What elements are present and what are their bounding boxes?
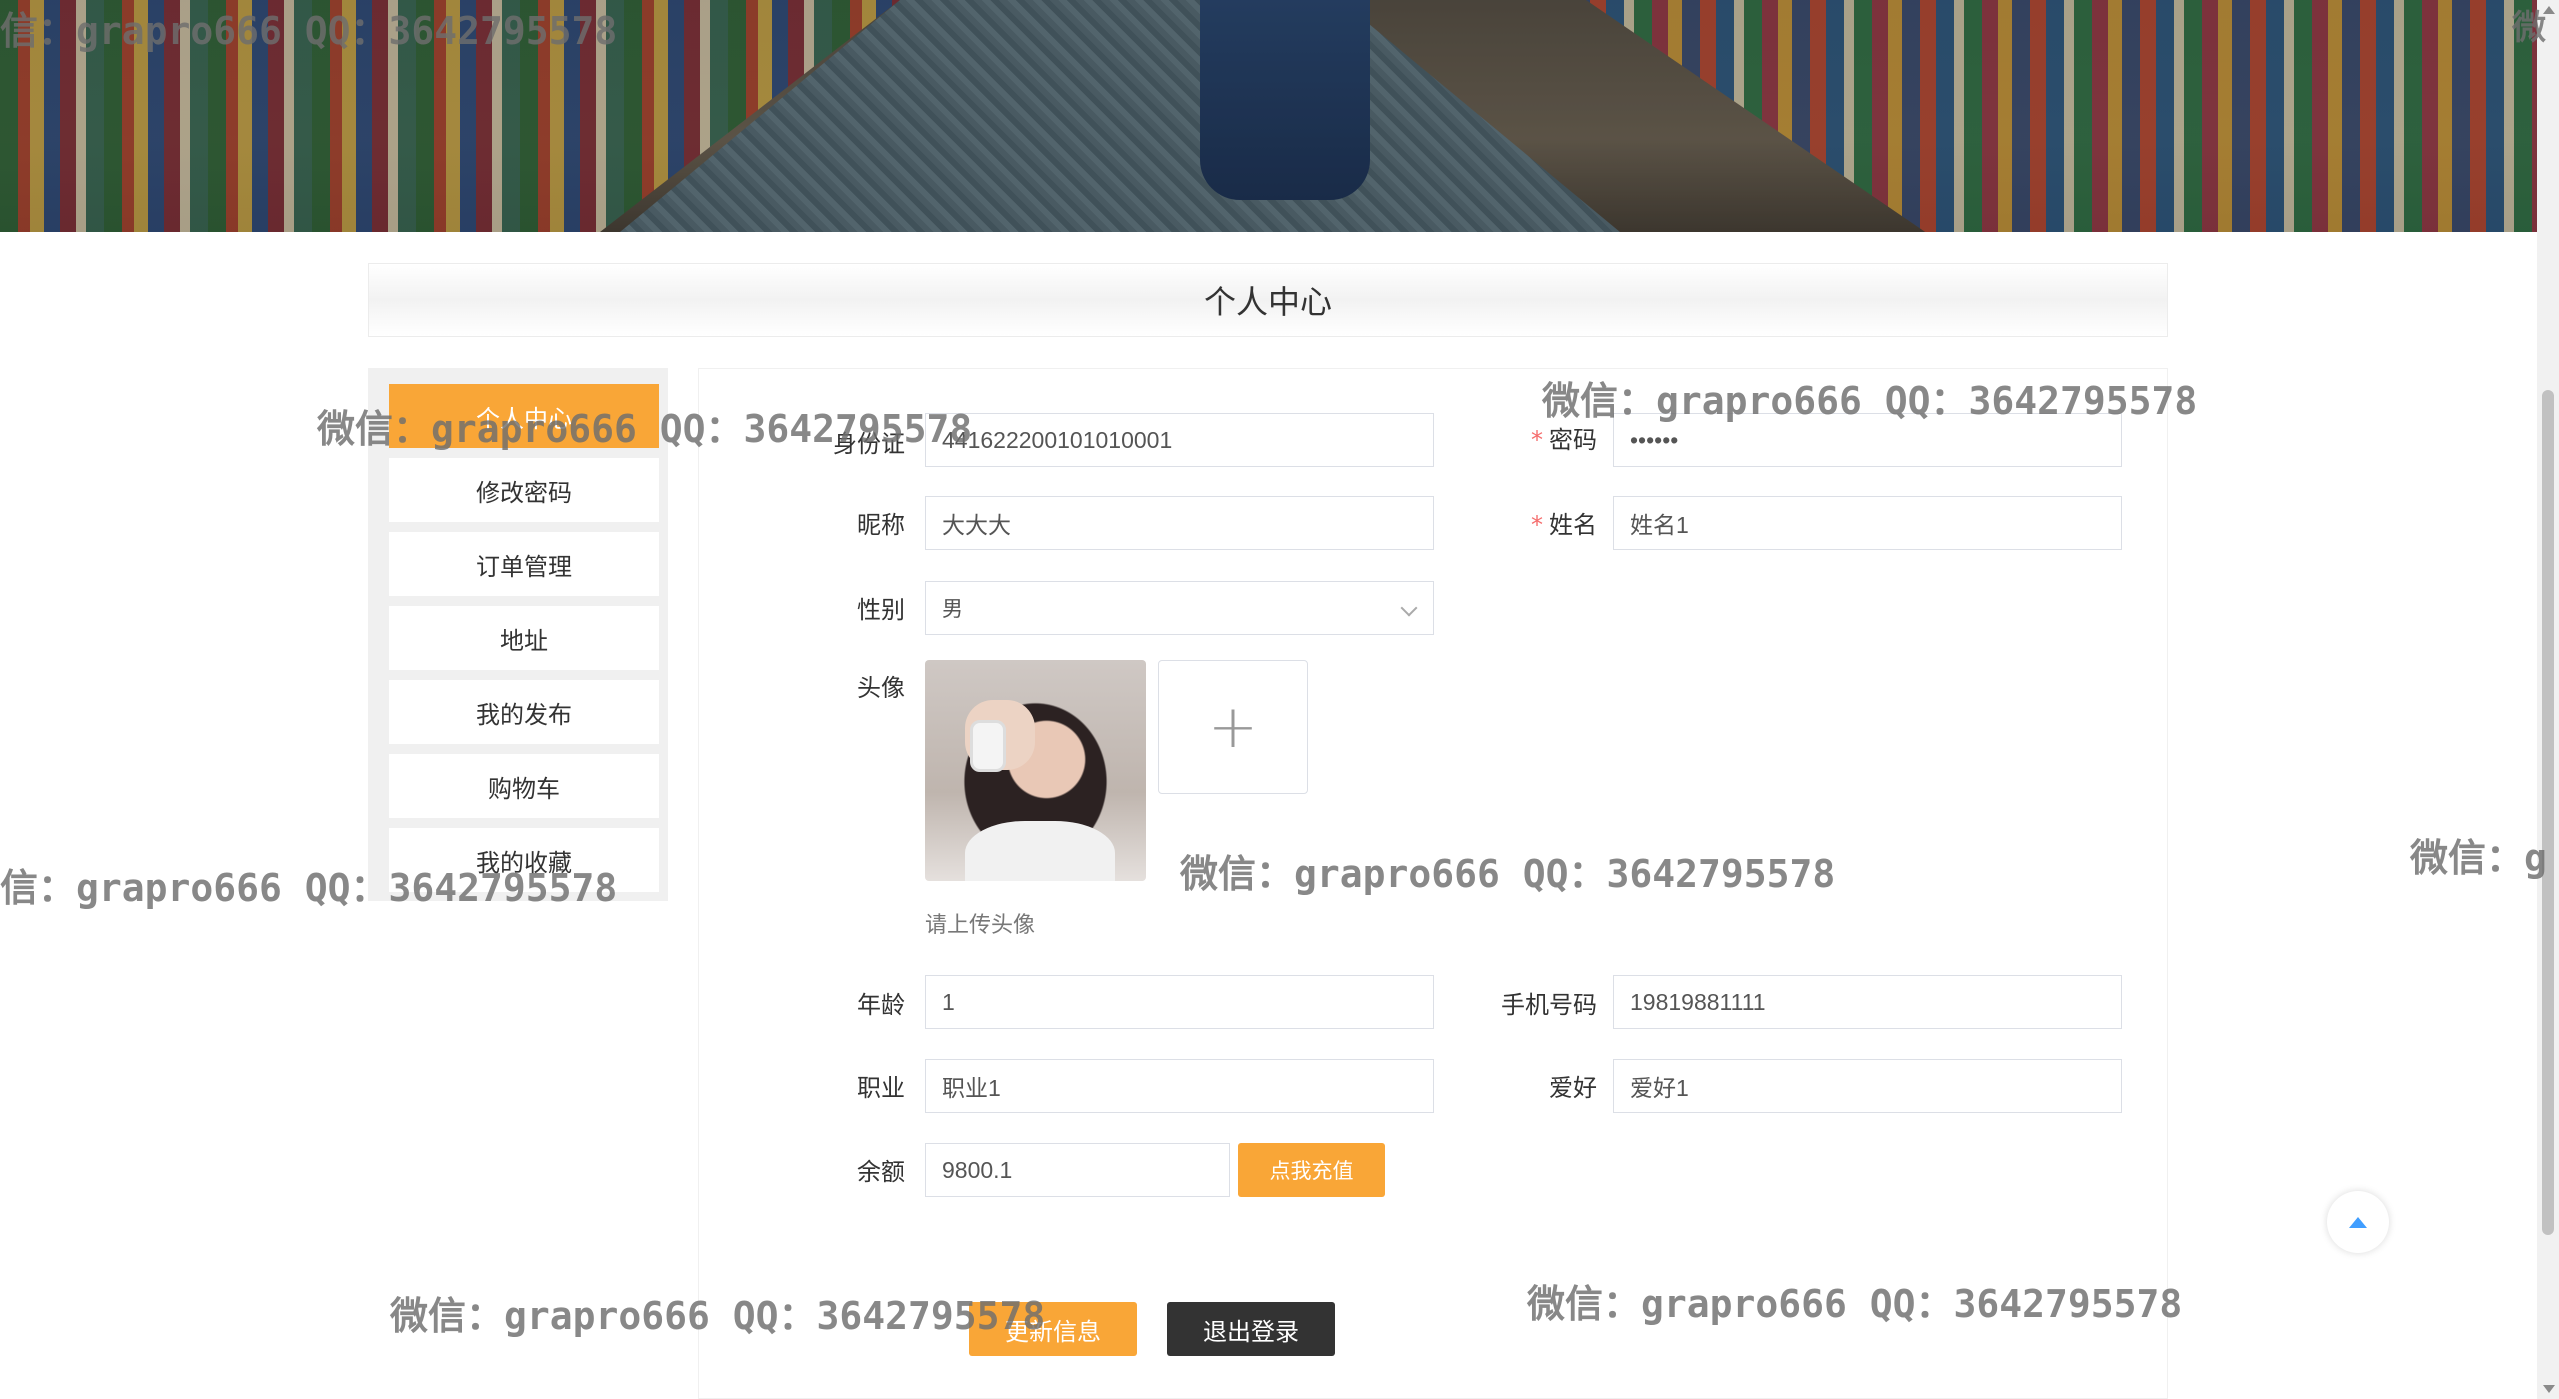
watermark: 微信：grapro666 QQ：3642795578 <box>1542 379 2198 423</box>
job-label: 职业 <box>857 1074 905 1102</box>
watermark: 微信：grapro666 QQ：3642795578 <box>317 407 973 451</box>
chevron-down-icon <box>1400 599 1418 617</box>
avatar-upload-button[interactable]: + <box>1158 660 1308 794</box>
avatar-watch <box>970 720 1006 772</box>
age-field[interactable]: 1 <box>925 975 1434 1029</box>
sidebar-item-address[interactable]: 地址 <box>389 606 659 670</box>
job-field[interactable]: 职业1 <box>925 1059 1434 1113</box>
name-field[interactable]: 姓名1 <box>1613 496 2122 550</box>
recharge-button[interactable]: 点我充值 <box>1238 1143 1385 1197</box>
plus-icon: + <box>1207 692 1259 762</box>
nickname-label: 昵称 <box>857 511 905 539</box>
gender-label: 性别 <box>857 596 905 624</box>
arrow-up-icon <box>2349 1216 2367 1228</box>
hobby-label: 爱好 <box>1549 1074 1597 1102</box>
avatar-shirt <box>965 821 1115 881</box>
nickname-field[interactable]: 大大大 <box>925 496 1434 550</box>
scroll-down-arrow-icon[interactable] <box>2543 1385 2555 1393</box>
phone-field[interactable]: 19819881111 <box>1613 975 2122 1029</box>
hobby-field[interactable]: 爱好1 <box>1613 1059 2122 1113</box>
required-mark: * <box>1531 511 1543 539</box>
balance-field[interactable]: 9800.1 <box>925 1143 1230 1197</box>
page-title: 个人中心 <box>1203 283 1332 321</box>
required-mark: * <box>1531 426 1543 454</box>
watermark: 微信：grapro666 QQ：3642795578 <box>390 1294 1046 1338</box>
watermark: 微信：grapro666 QQ：3642795578 <box>1527 1282 2183 1326</box>
page-scrollbar[interactable] <box>2537 0 2559 1399</box>
id-card-field[interactable]: 441622200101010001 <box>925 413 1434 467</box>
watermark: 微信：g <box>2410 836 2547 880</box>
back-to-top-button[interactable] <box>2327 1191 2389 1253</box>
balance-label: 余额 <box>857 1158 905 1186</box>
watermark: 微信：grapro666 QQ：3642795578 <box>1180 852 1836 896</box>
phone-label: 手机号码 <box>1501 991 1597 1019</box>
avatar-label: 头像 <box>857 674 905 702</box>
name-label: * 姓名 <box>1531 511 1597 539</box>
avatar-image <box>925 660 1146 881</box>
gender-select[interactable]: 男 <box>925 581 1434 635</box>
logout-button[interactable]: 退出登录 <box>1167 1302 1335 1356</box>
watermark: 信：grapro666 QQ：3642795578 <box>0 866 618 910</box>
watermark: 微 <box>2512 8 2546 48</box>
watermark: 信：grapro666 QQ：3642795578 <box>0 9 618 53</box>
age-label: 年龄 <box>857 991 905 1019</box>
sidebar-item-cart[interactable]: 购物车 <box>389 754 659 818</box>
sidebar-item-change-password[interactable]: 修改密码 <box>389 458 659 522</box>
gender-value: 男 <box>942 598 963 621</box>
sidebar-item-my-posts[interactable]: 我的发布 <box>389 680 659 744</box>
page-title-bar: 个人中心 <box>368 263 2168 337</box>
avatar-upload-tip: 请上传头像 <box>925 913 1036 938</box>
password-label: * 密码 <box>1531 426 1597 454</box>
scroll-thumb[interactable] <box>2542 390 2554 1235</box>
sidebar-item-orders[interactable]: 订单管理 <box>389 532 659 596</box>
